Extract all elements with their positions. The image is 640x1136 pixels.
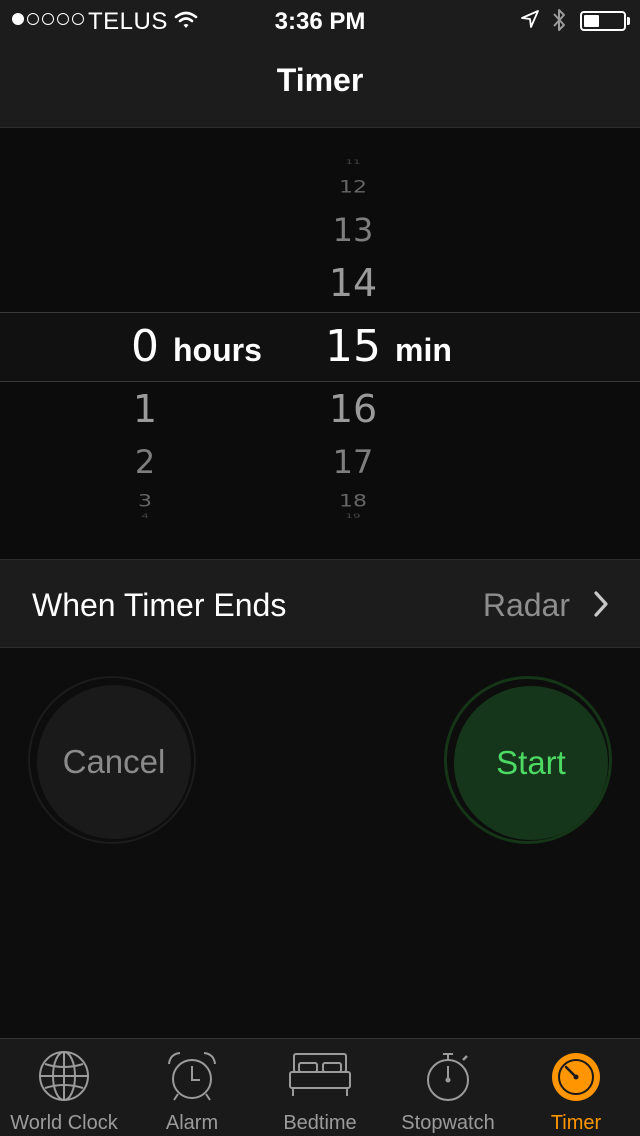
hours-option[interactable]: 4 (95, 513, 195, 520)
tab-label: Timer (550, 1112, 602, 1134)
timer-screen: TELUS 3:36 PM Timer 0 hours 1 2 3 4 11 1… (0, 0, 640, 1136)
location-arrow-icon (521, 10, 539, 28)
picker-divider-bottom (0, 381, 640, 382)
bed-icon (289, 1053, 351, 1096)
hours-option[interactable]: 3 (95, 492, 195, 511)
start-button[interactable]: Start (444, 676, 612, 844)
tab-alarm[interactable]: Alarm (128, 1039, 256, 1136)
header: TELUS 3:36 PM Timer (0, 0, 640, 128)
tab-stopwatch[interactable]: Stopwatch (384, 1039, 512, 1136)
battery-level (584, 15, 599, 27)
tab-world-clock[interactable]: World Clock (0, 1039, 128, 1136)
duration-picker[interactable]: 0 hours 1 2 3 4 11 12 13 14 15 min 16 17… (0, 129, 640, 559)
minutes-option[interactable]: 13 (303, 211, 403, 249)
tab-timer[interactable]: Timer (512, 1039, 640, 1136)
alarm-clock-icon (168, 1052, 216, 1101)
tab-bar: World Clock Alarm Bedtime Stopwatch Time… (0, 1038, 640, 1136)
minutes-selected-value[interactable]: 15 (303, 321, 403, 372)
minutes-option[interactable]: 16 (303, 387, 403, 431)
start-button-label: Start (454, 686, 608, 840)
battery-tip (627, 17, 630, 25)
status-bar: TELUS 3:36 PM (0, 0, 640, 40)
hours-option[interactable]: 2 (95, 443, 195, 481)
tab-bedtime[interactable]: Bedtime (256, 1039, 384, 1136)
cancel-button-label: Cancel (37, 685, 191, 839)
timer-icon (552, 1053, 600, 1101)
when-timer-ends-label: When Timer Ends (32, 587, 287, 623)
picker-divider-top (0, 312, 640, 313)
battery-icon (580, 11, 626, 31)
chevron-right-icon (594, 591, 608, 617)
when-timer-ends-row[interactable]: When Timer Ends Radar (0, 559, 640, 648)
minutes-option[interactable]: 14 (303, 261, 403, 305)
minutes-option[interactable]: 18 (303, 492, 403, 511)
cancel-button[interactable]: Cancel (28, 676, 196, 844)
minutes-option[interactable]: 17 (303, 443, 403, 481)
minutes-option[interactable]: 19 (303, 513, 403, 520)
page-title: Timer (276, 62, 364, 98)
tab-label: Bedtime (283, 1112, 357, 1134)
minutes-option[interactable]: 12 (303, 178, 403, 197)
tab-label: World Clock (10, 1112, 118, 1134)
minutes-option[interactable]: 11 (303, 159, 403, 166)
sound-value: Radar (482, 587, 570, 623)
stopwatch-icon (427, 1053, 469, 1101)
hours-unit-label: hours (173, 332, 262, 368)
hours-option[interactable]: 1 (95, 387, 195, 431)
tab-label: Stopwatch (401, 1112, 495, 1134)
status-time: 3:36 PM (274, 8, 366, 35)
bluetooth-icon (553, 9, 565, 31)
globe-icon (39, 1051, 89, 1101)
tab-label: Alarm (165, 1112, 219, 1134)
minutes-unit-label: min (395, 332, 452, 368)
